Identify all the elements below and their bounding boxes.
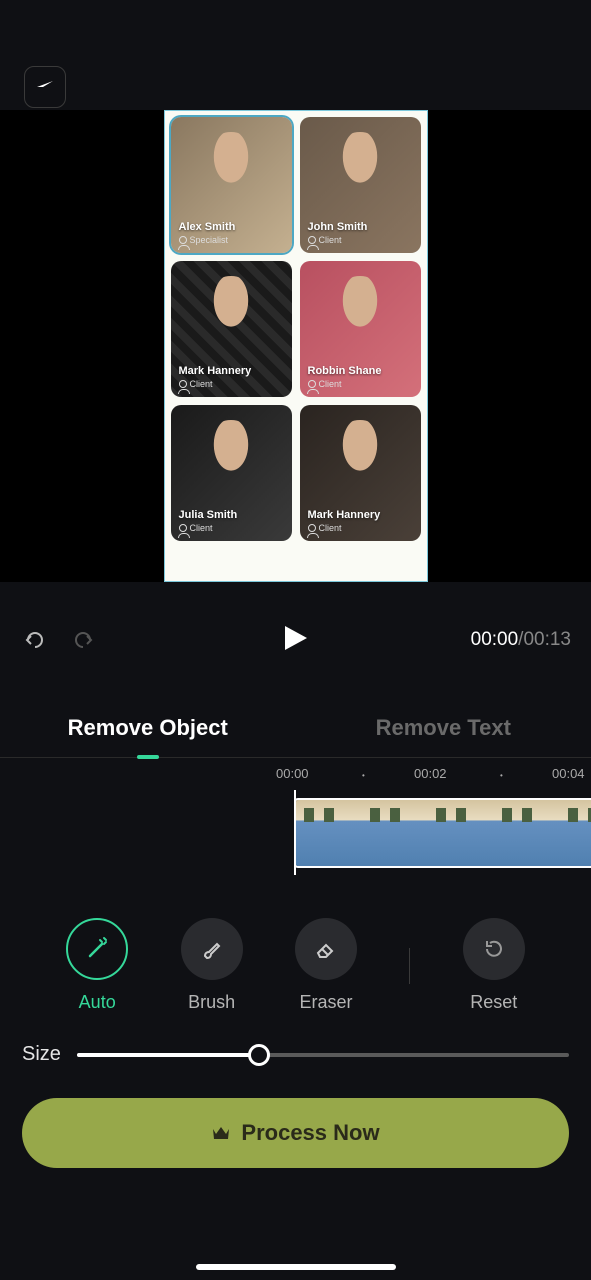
- timeline[interactable]: 00:00 • 00:02 • 00:04: [0, 758, 591, 888]
- profile-card: Robbin Shane Client: [300, 261, 421, 397]
- tool-brush[interactable]: Brush: [181, 918, 243, 1013]
- brush-icon: [200, 937, 224, 961]
- size-label: Size: [22, 1043, 61, 1066]
- process-button[interactable]: Process Now: [22, 1098, 569, 1168]
- profile-card: Alex Smith Specialist: [171, 117, 292, 253]
- person-icon: [308, 524, 316, 532]
- redo-icon: [71, 628, 95, 652]
- crown-icon: [211, 1125, 231, 1141]
- tool-auto[interactable]: Auto: [66, 918, 128, 1013]
- size-slider[interactable]: [77, 1053, 569, 1057]
- reset-icon: [482, 937, 506, 961]
- back-button[interactable]: [24, 66, 66, 108]
- eraser-icon: [314, 937, 338, 961]
- redo-button[interactable]: [68, 625, 98, 655]
- undo-button[interactable]: [20, 625, 50, 655]
- profile-name: Mark Hannery: [308, 509, 413, 521]
- tab-remove-text[interactable]: Remove Text: [296, 698, 591, 757]
- profile-name: Alex Smith: [179, 221, 284, 233]
- video-clip[interactable]: [294, 798, 591, 868]
- tool-eraser[interactable]: Eraser: [295, 918, 357, 1013]
- profile-name: Robbin Shane: [308, 365, 413, 377]
- profile-card: John Smith Client: [300, 117, 421, 253]
- play-icon: [283, 624, 309, 652]
- tab-remove-object[interactable]: Remove Object: [0, 698, 296, 757]
- playhead[interactable]: [294, 790, 296, 875]
- person-icon: [179, 380, 187, 388]
- profile-name: Julia Smith: [179, 509, 284, 521]
- person-icon: [308, 236, 316, 244]
- profile-card: Mark Hannery Client: [300, 405, 421, 541]
- time-display: 00:00/00:13: [471, 629, 571, 651]
- time-ruler: 00:00 • 00:02 • 00:04: [0, 758, 591, 786]
- person-icon: [179, 524, 187, 532]
- slider-handle[interactable]: [248, 1044, 270, 1066]
- person-icon: [179, 236, 187, 244]
- home-indicator[interactable]: [196, 1264, 396, 1270]
- tool-reset[interactable]: Reset: [463, 918, 525, 1013]
- total-time: 00:13: [523, 629, 571, 650]
- divider: [409, 948, 410, 984]
- person-icon: [308, 380, 316, 388]
- profile-card: Mark Hannery Client: [171, 261, 292, 397]
- video-canvas[interactable]: Alex Smith Specialist John Smith Client …: [0, 110, 591, 582]
- profile-name: Mark Hannery: [179, 365, 284, 377]
- profile-card: Julia Smith Client: [171, 405, 292, 541]
- magic-wand-icon: [84, 936, 110, 962]
- profile-name: John Smith: [308, 221, 413, 233]
- back-arrow-icon: [35, 79, 55, 95]
- video-frame-content: Alex Smith Specialist John Smith Client …: [164, 110, 428, 582]
- play-button[interactable]: [283, 624, 309, 657]
- current-time: 00:00: [471, 629, 519, 650]
- undo-icon: [23, 628, 47, 652]
